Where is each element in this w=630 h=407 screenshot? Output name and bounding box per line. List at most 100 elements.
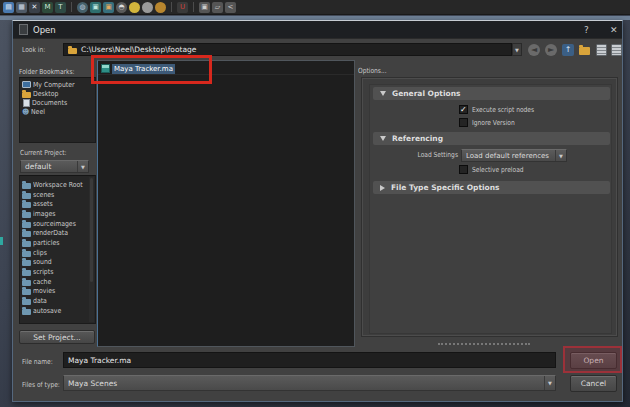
- ignore-version-label: Ignore Version: [472, 119, 515, 127]
- bookmark-label: My Computer: [33, 81, 75, 89]
- bookmark-item[interactable]: My Computer: [20, 80, 95, 89]
- project-folder-item[interactable]: Workspace Root: [20, 180, 95, 190]
- folder-icon: [22, 251, 31, 257]
- project-folder-item[interactable]: cache: [20, 277, 95, 287]
- look-in-path: C:\Users\Neel\Desktop\footage: [81, 45, 196, 54]
- dialog-title: Open: [33, 25, 56, 35]
- current-project-dropdown[interactable]: default ▼: [20, 160, 89, 173]
- cube-axis-icon[interactable]: ▣: [103, 2, 114, 13]
- yellow-sphere-icon[interactable]: [129, 2, 140, 13]
- project-folder-item[interactable]: sourceimages: [20, 219, 95, 229]
- selective-preload-checkbox[interactable]: [459, 165, 468, 174]
- folder-yellow-icon: [22, 92, 31, 98]
- options-panel: General Options Execute script nodes Ign…: [361, 77, 618, 337]
- load-settings-label: Load Settings: [383, 151, 458, 159]
- project-folder-item[interactable]: scenes: [20, 190, 95, 200]
- project-folder-label: scenes: [33, 191, 54, 199]
- folder-icon: [22, 260, 31, 266]
- save-scene-icon[interactable]: ✕: [29, 2, 40, 13]
- file-list-panel[interactable]: Maya Tracker.ma: [97, 60, 355, 347]
- cancel-button[interactable]: Cancel: [570, 375, 617, 392]
- document-icon: [23, 99, 30, 107]
- folder-icon: [22, 183, 31, 189]
- duplicate-icon[interactable]: ▱: [212, 2, 223, 13]
- render-globe-icon[interactable]: ◍: [77, 2, 88, 13]
- dialog-titlebar[interactable]: Open ? ✕: [13, 21, 622, 39]
- file-name-label: File name:: [22, 358, 53, 366]
- section-file-type-specific-options[interactable]: File Type Specific Options: [373, 181, 610, 194]
- ignore-version-checkbox[interactable]: [459, 118, 468, 127]
- project-folder-item[interactable]: renderData: [20, 228, 95, 238]
- snap-magnet-icon[interactable]: U: [177, 2, 188, 13]
- bookmark-label: Documents: [32, 99, 67, 107]
- project-folder-item[interactable]: sound: [20, 258, 95, 268]
- checker-sphere-icon[interactable]: ◓: [116, 2, 127, 13]
- projects-scrollbar[interactable]: [89, 177, 94, 322]
- folder-icon: [22, 231, 31, 237]
- toolbar-separator: [171, 2, 172, 12]
- back-icon[interactable]: ◄: [528, 44, 540, 56]
- details-view-icon[interactable]: [611, 44, 622, 56]
- project-folder-label: sourceimages: [33, 220, 76, 228]
- load-settings-value: Load default references: [466, 152, 555, 160]
- files-of-type-label: Files of type:: [22, 381, 60, 389]
- project-folder-item[interactable]: images: [20, 209, 95, 219]
- dialog-window-icon: [19, 24, 28, 35]
- new-scene-icon[interactable]: ▤: [3, 2, 14, 13]
- bookmark-item[interactable]: ☻Neel: [20, 108, 95, 117]
- project-folders-list[interactable]: Workspace Rootscenesassetsimagessourceim…: [19, 175, 96, 324]
- close-button[interactable]: ✕: [610, 25, 618, 35]
- project-folder-label: data: [33, 297, 47, 305]
- load-settings-dropdown[interactable]: Load default references ▼: [461, 149, 567, 162]
- section-general-options[interactable]: General Options: [373, 87, 610, 100]
- open-scene-icon[interactable]: ▦: [16, 2, 27, 13]
- project-folder-item[interactable]: particles: [20, 238, 95, 248]
- project-folder-label: renderData: [33, 229, 68, 237]
- background-mark: [0, 237, 3, 245]
- splitter-handle[interactable]: [438, 343, 530, 345]
- bookmark-item[interactable]: Desktop: [20, 89, 95, 98]
- gray-sphere-icon[interactable]: [142, 2, 153, 13]
- share-icon[interactable]: <: [225, 2, 236, 13]
- toolbar-separator: [193, 2, 194, 12]
- set-project-button[interactable]: Set Project...: [19, 330, 95, 344]
- project-folder-item[interactable]: clips: [20, 248, 95, 258]
- folder-bookmarks-list[interactable]: My ComputerDesktopDocuments☻Neel: [19, 77, 96, 143]
- section-referencing[interactable]: Referencing: [373, 132, 610, 145]
- folder-icon: [68, 48, 77, 54]
- gold-sphere-icon[interactable]: [155, 2, 166, 13]
- folder-icon: [22, 270, 31, 276]
- import-icon[interactable]: M: [42, 2, 53, 13]
- folder-icon: [22, 289, 31, 295]
- create-new-folder-icon[interactable]: [578, 44, 590, 56]
- isolate-cube-icon[interactable]: ▣: [199, 2, 210, 13]
- current-project-value: default: [25, 162, 77, 171]
- current-project-label: Current Project:: [20, 149, 67, 157]
- project-folder-label: movies: [33, 287, 55, 295]
- file-name-input[interactable]: Maya Tracker.ma: [63, 352, 556, 368]
- list-view-icon[interactable]: [596, 44, 607, 56]
- execute-script-nodes-label: Execute script nodes: [472, 106, 534, 114]
- files-of-type-value: Maya Scenes: [68, 379, 544, 388]
- chevron-down-icon: ▼: [77, 161, 88, 172]
- chevron-down-icon: ▼: [544, 376, 555, 390]
- forward-icon[interactable]: ►: [545, 44, 557, 56]
- project-folder-label: scripts: [33, 268, 53, 276]
- project-folder-item[interactable]: autosave: [20, 306, 95, 316]
- project-folder-item[interactable]: data: [20, 296, 95, 306]
- folder-icon: [22, 241, 31, 247]
- export-icon[interactable]: T: [55, 2, 66, 13]
- cube-icon[interactable]: ▣: [90, 2, 101, 13]
- look-in-dropdown-button[interactable]: ▼: [512, 43, 522, 56]
- help-button[interactable]: ?: [584, 25, 589, 35]
- bookmark-item[interactable]: Documents: [20, 98, 95, 107]
- files-of-type-dropdown[interactable]: Maya Scenes ▼: [63, 375, 556, 391]
- project-folder-item[interactable]: scripts: [20, 267, 95, 277]
- execute-script-nodes-checkbox[interactable]: [459, 105, 468, 114]
- up-one-level-icon[interactable]: ↑: [562, 44, 574, 56]
- project-folder-item[interactable]: assets: [20, 199, 95, 209]
- project-folder-item[interactable]: movies: [20, 287, 95, 297]
- selective-preload-label: Selective preload: [472, 166, 524, 174]
- options-label: Options...: [358, 67, 387, 75]
- file-name-value: Maya Tracker.ma: [68, 356, 131, 365]
